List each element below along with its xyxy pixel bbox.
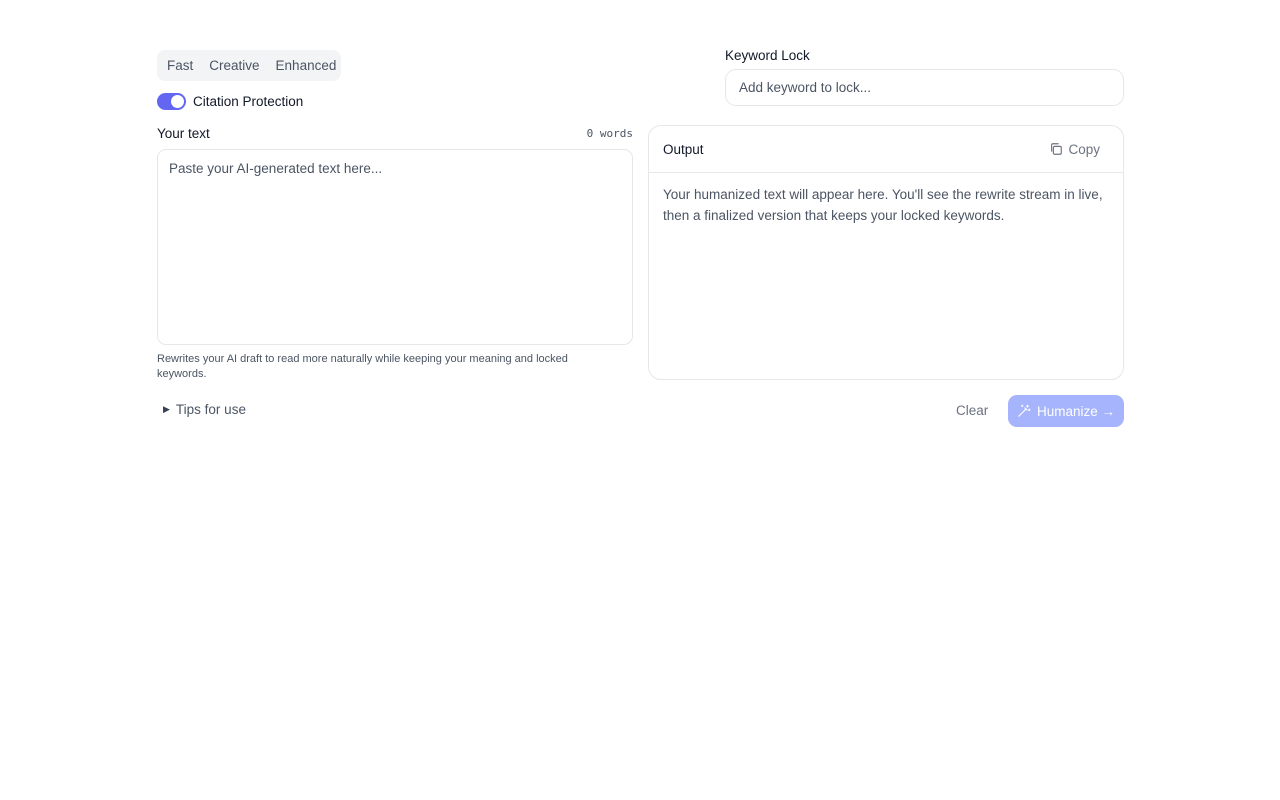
citation-protection-row: Citation Protection xyxy=(157,92,303,111)
output-header: Output Copy xyxy=(649,126,1123,173)
triangle-right-icon: ▶ xyxy=(163,404,170,414)
clear-button[interactable]: Clear xyxy=(946,396,998,426)
word-count: 0 words xyxy=(586,127,633,140)
toggle-knob xyxy=(171,95,184,108)
text-input[interactable] xyxy=(157,149,633,345)
output-title: Output xyxy=(663,141,704,157)
copy-button[interactable]: Copy xyxy=(1049,138,1110,161)
copy-icon xyxy=(1051,143,1063,155)
tips-label: Tips for use xyxy=(175,402,246,417)
humanize-label: Humanize → xyxy=(1036,403,1116,419)
mode-fast-button[interactable]: Fast xyxy=(161,50,199,81)
mode-selector: Fast Creative Enhanced xyxy=(157,50,341,81)
citation-protection-label: Citation Protection xyxy=(193,94,304,109)
your-text-label: Your text xyxy=(157,126,210,141)
output-text: Your humanized text will appear here. Yo… xyxy=(663,187,1103,223)
citation-protection-toggle[interactable] xyxy=(157,93,186,110)
magic-wand-icon xyxy=(1018,404,1031,417)
keyword-lock-label: Keyword Lock xyxy=(725,48,810,63)
helper-text: Rewrites your AI draft to read more natu… xyxy=(157,353,568,380)
mode-enhanced-button[interactable]: Enhanced xyxy=(270,50,343,81)
mode-creative-button[interactable]: Creative xyxy=(203,50,265,81)
humanize-button[interactable]: Humanize → xyxy=(1008,395,1124,427)
output-panel: Output Copy Your humanized text will app… xyxy=(648,125,1124,380)
tips-disclosure[interactable]: ▶ Tips for use xyxy=(163,402,246,417)
copy-label: Copy xyxy=(1068,141,1100,157)
keyword-lock-input[interactable] xyxy=(725,69,1124,106)
